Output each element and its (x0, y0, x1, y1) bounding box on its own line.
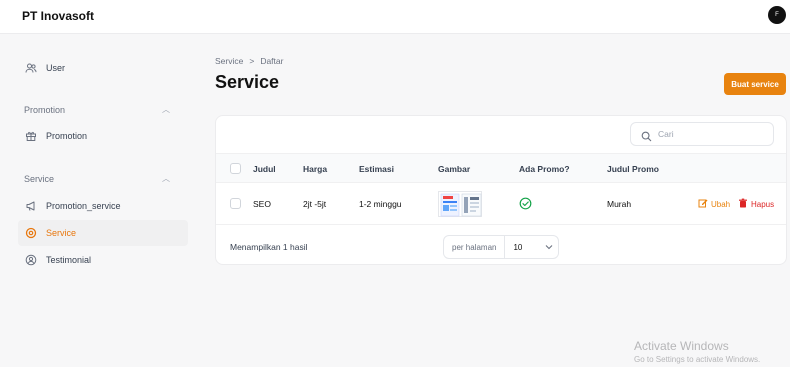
table-header: Judul Harga Estimasi Gambar Ada Promo? J… (216, 153, 786, 183)
breadcrumb-parent[interactable]: Service (215, 56, 243, 66)
edit-button[interactable]: Ubah (698, 198, 730, 210)
column-header-ada-promo[interactable]: Ada Promo? (519, 164, 570, 174)
top-bar: PT Inovasoft F (0, 0, 790, 34)
breadcrumb-separator: > (249, 56, 255, 66)
select-all-checkbox[interactable] (230, 163, 241, 174)
watermark-title: Activate Windows (634, 339, 729, 353)
user-circle-icon (24, 253, 38, 267)
brand-name: PT Inovasoft (22, 9, 95, 23)
row-checkbox[interactable] (230, 198, 241, 209)
chevron-up-icon[interactable]: ︿ (162, 173, 170, 184)
column-header-estimasi[interactable]: Estimasi (359, 164, 394, 174)
check-circle-icon (519, 197, 532, 212)
search-icon (641, 129, 652, 141)
column-header-harga[interactable]: Harga (303, 164, 327, 174)
cell-judul: SEO (253, 199, 271, 209)
sidebar-item-label: Promotion_service (46, 201, 121, 211)
sidebar-item-service[interactable]: Service (18, 220, 188, 246)
user-avatar[interactable]: F (768, 6, 786, 24)
sidebar-item-label: Promotion (46, 131, 88, 141)
cell-harga: 2jt -5jt (303, 199, 327, 209)
column-header-judul-promo[interactable]: Judul Promo (607, 164, 659, 174)
sidebar: User Promotion ︿ Promotion Service ︿ Pro… (10, 34, 200, 367)
sidebar-item-label: Testimonial (46, 255, 92, 265)
service-thumbnail[interactable] (438, 191, 482, 217)
sidebar-item-promotion[interactable]: Promotion (18, 123, 188, 149)
trash-icon (738, 198, 748, 210)
column-header-judul[interactable]: Judul (253, 164, 276, 174)
sidebar-item-promotion-service[interactable]: Promotion_service (18, 193, 188, 219)
per-page-label: per halaman (444, 236, 506, 258)
edit-label: Ubah (711, 199, 731, 209)
service-table-card: Judul Harga Estimasi Gambar Ada Promo? J… (215, 115, 787, 265)
create-service-button[interactable]: Buat service (724, 73, 786, 95)
column-header-gambar[interactable]: Gambar (438, 164, 470, 174)
per-page-value: 10 (513, 242, 523, 252)
group-label-promotion: Promotion (24, 105, 66, 115)
megaphone-icon (24, 199, 38, 213)
delete-label: Hapus (751, 199, 775, 209)
chevron-down-icon (545, 243, 553, 252)
sidebar-item-user[interactable]: User (18, 55, 188, 81)
sidebar-item-testimonial[interactable]: Testimonial (18, 247, 188, 273)
users-icon (24, 61, 38, 75)
watermark-subtitle: Go to Settings to activate Windows. (634, 355, 761, 364)
breadcrumb-current: Daftar (260, 56, 284, 66)
sidebar-item-label: Service (46, 228, 77, 238)
cell-judul-promo: Murah (607, 199, 632, 209)
group-label-service: Service (24, 174, 55, 184)
sidebar-item-label: User (46, 63, 66, 73)
search-input[interactable] (658, 129, 768, 139)
cell-estimasi: 1-2 minggu (359, 199, 402, 209)
delete-button[interactable]: Hapus (738, 198, 774, 210)
gear-icon (24, 226, 38, 240)
breadcrumb: Service > Daftar (215, 56, 283, 66)
result-count: Menampilkan 1 hasil (230, 242, 308, 252)
per-page-select[interactable]: per halaman 10 (443, 235, 559, 259)
table-row: SEO 2jt -5jt 1-2 minggu Murah Ubah Hapus (216, 183, 786, 225)
edit-icon (698, 198, 708, 210)
page-title: Service (215, 72, 280, 92)
windows-activation-watermark: Activate Windows Go to Settings to activ… (634, 339, 760, 364)
gift-icon (24, 129, 38, 143)
search-box (630, 122, 774, 146)
chevron-up-icon[interactable]: ︿ (162, 104, 170, 115)
